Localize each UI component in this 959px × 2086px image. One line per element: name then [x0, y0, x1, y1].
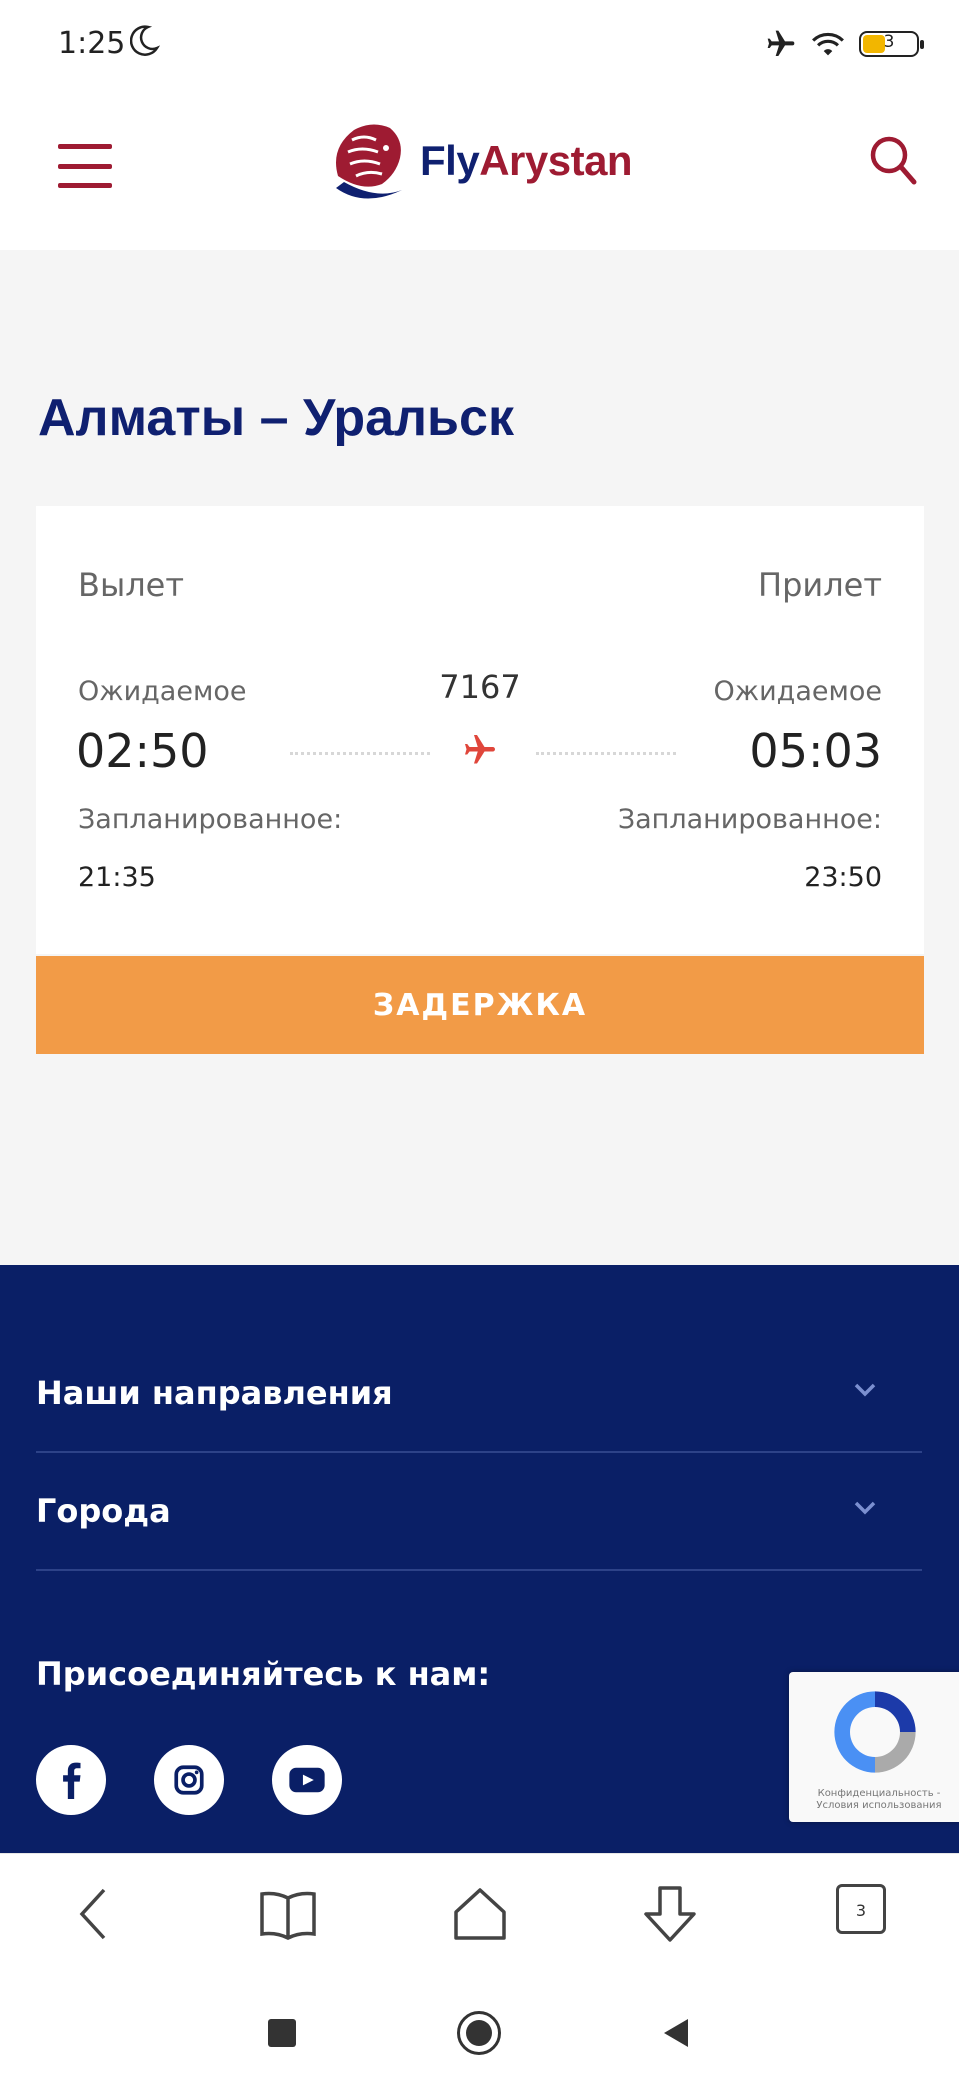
status-icons: 3 — [765, 26, 924, 62]
arrival-label: Прилет — [758, 566, 882, 604]
route-line-right — [536, 752, 676, 755]
arrival-expected-label: Ожидаемое — [713, 676, 882, 707]
system-navigation-bar — [0, 1981, 959, 2086]
facebook-link[interactable] — [36, 1745, 106, 1815]
back-icon[interactable] — [72, 1884, 116, 1944]
youtube-link[interactable] — [272, 1745, 342, 1815]
chevron-down-icon — [854, 1383, 876, 1397]
home-icon[interactable] — [450, 1884, 510, 1944]
departure-scheduled-time: 21:35 — [78, 862, 156, 893]
flight-status-text: ЗАДЕРЖКА — [372, 987, 588, 1023]
join-us-label: Присоединяйтесь к нам: — [36, 1655, 491, 1693]
menu-icon — [58, 144, 112, 149]
departure-label: Вылет — [78, 566, 184, 604]
search-icon[interactable] — [868, 134, 918, 188]
facebook-icon — [63, 1762, 81, 1799]
flight-status-banner: ЗАДЕРЖКА — [36, 956, 924, 1054]
status-bar: 1:25 3 — [0, 0, 959, 90]
browser-toolbar: 3 — [0, 1853, 959, 1982]
site-header: FlyArystan — [0, 90, 959, 250]
airplane-mode-icon — [767, 30, 795, 56]
back-triangle-icon[interactable] — [660, 2015, 692, 2051]
accordion-destinations-label: Наши направления — [36, 1374, 393, 1412]
lion-logo — [336, 124, 402, 199]
logo[interactable]: FlyArystan — [324, 118, 633, 204]
bookmarks-icon[interactable] — [258, 1884, 318, 1944]
accordion-cities-label: Города — [36, 1492, 171, 1530]
download-icon[interactable] — [640, 1884, 700, 1944]
arrival-scheduled-time: 23:50 — [804, 862, 882, 893]
recaptcha-privacy-text[interactable]: Конфиденциальность - Условия использован… — [805, 1788, 953, 1812]
flight-card: Вылет Прилет Ожидаемое 7167 Ожидаемое 02… — [36, 506, 924, 954]
moon-icon — [130, 25, 160, 56]
menu-button[interactable] — [58, 144, 112, 188]
arrival-expected-time: 05:03 — [749, 724, 882, 778]
tabs-button[interactable]: 3 — [836, 1884, 886, 1934]
instagram-link[interactable] — [154, 1745, 224, 1815]
tabs-icon: 3 — [855, 1901, 867, 1920]
accordion-cities[interactable]: Города — [36, 1453, 922, 1571]
status-time: 1:25 — [58, 26, 126, 61]
recaptcha-icon — [834, 1691, 916, 1773]
wifi-icon — [812, 32, 844, 56]
chevron-down-icon — [854, 1501, 876, 1515]
logo-wordmark: FlyArystan — [420, 137, 633, 184]
recents-icon[interactable] — [268, 2019, 296, 2047]
departure-scheduled-label: Запланированное: — [78, 804, 343, 835]
battery-icon: 3 — [859, 31, 924, 57]
battery-level: 3 — [883, 32, 895, 52]
page-title: Алматы – Уральск — [38, 389, 514, 447]
recaptcha-badge[interactable]: Конфиденциальность - Условия использован… — [789, 1672, 959, 1822]
social-links — [36, 1745, 342, 1815]
youtube-icon — [289, 1767, 325, 1793]
home-circle-icon[interactable] — [457, 2011, 501, 2055]
arrival-scheduled-label: Запланированное: — [617, 804, 882, 835]
accordion-destinations[interactable]: Наши направления — [36, 1335, 922, 1453]
route-line-left — [290, 752, 430, 755]
departure-expected-time: 02:50 — [76, 724, 209, 778]
plane-icon — [465, 735, 495, 764]
instagram-icon — [174, 1765, 204, 1795]
